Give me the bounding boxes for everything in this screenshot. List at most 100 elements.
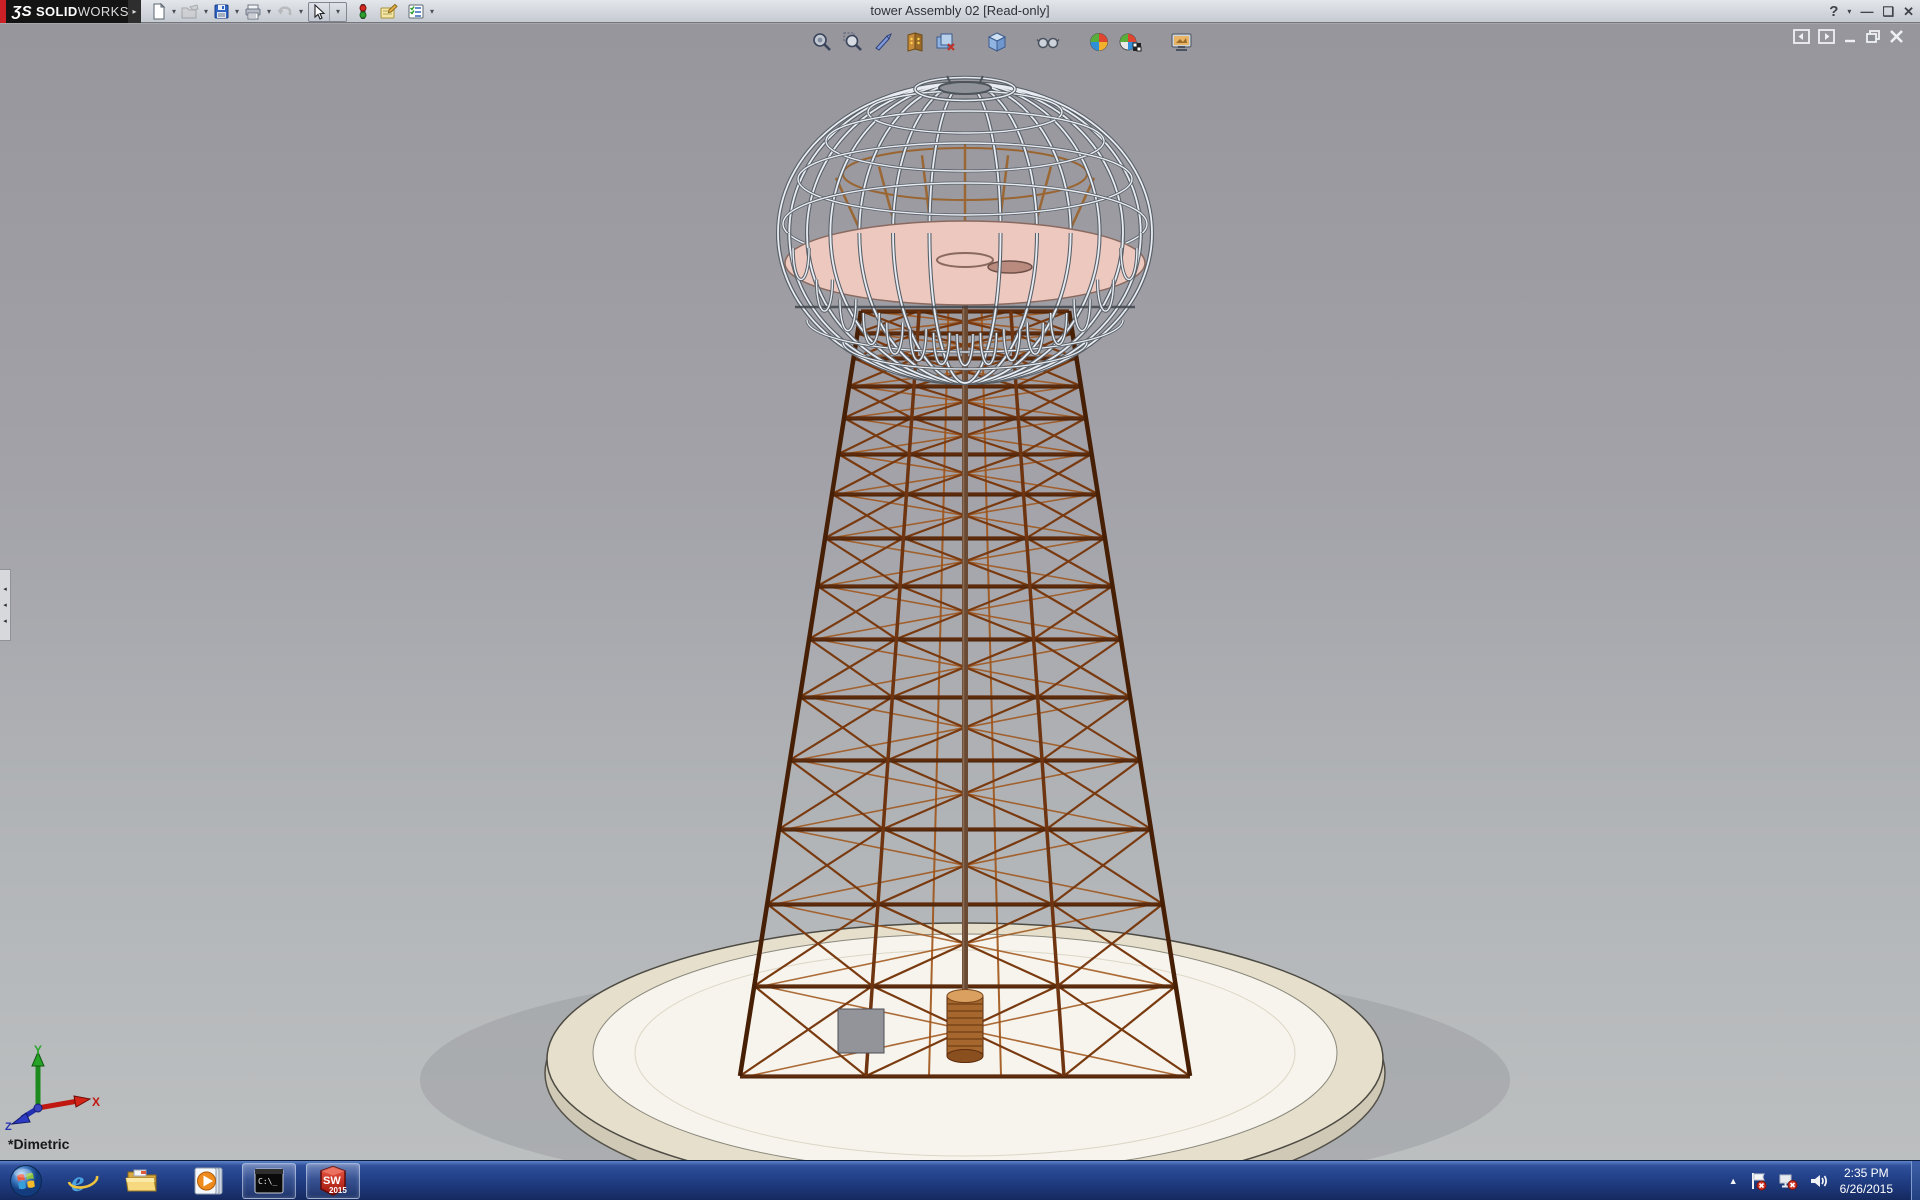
restore-button[interactable]: ❏ [1882, 5, 1894, 18]
tower-assembly-model [0, 24, 1920, 1160]
doc-minimize-button[interactable] [1843, 29, 1857, 44]
start-button[interactable] [6, 1163, 46, 1199]
standard-toolbar: ▾ ▾ ▾ [148, 0, 437, 23]
logo-glyph: ƷS [12, 3, 32, 20]
edit-appearance-button[interactable] [1087, 31, 1111, 53]
windows-explorer-button[interactable] [120, 1163, 164, 1199]
taskbar: e C [0, 1160, 1920, 1200]
dock-right-button[interactable] [1818, 29, 1835, 44]
command-prompt-button[interactable]: C:\_ [242, 1163, 296, 1199]
close-button[interactable]: ✕ [1903, 5, 1914, 18]
apply-scene-button[interactable] [1118, 31, 1142, 53]
hidden-icons-button[interactable]: ▲ [1729, 1176, 1738, 1186]
display-style-button[interactable] [934, 31, 958, 53]
title-bar: ƷSSOLIDWORKS ▸ ▾ ▾ [0, 0, 1920, 23]
minimize-button[interactable]: — [1860, 5, 1873, 18]
action-center-flag-icon[interactable] [1749, 1171, 1767, 1191]
volume-icon[interactable] [1809, 1171, 1829, 1191]
logo-text: ƷSSOLIDWORKS [12, 3, 129, 20]
select-dropdown[interactable]: ▾ [329, 3, 346, 21]
solidworks-2015-button[interactable]: SW 2015 [306, 1163, 360, 1199]
folder-icon [125, 1166, 159, 1196]
clock-time: 2:35 PM [1840, 1165, 1893, 1181]
triad-x-label: X [92, 1095, 100, 1109]
minimize-icon [1843, 29, 1857, 44]
reference-triad: Y X Z [4, 1042, 104, 1130]
restore-icon [1865, 29, 1881, 44]
open-icon [181, 3, 199, 20]
hide-show-items-button[interactable] [1036, 31, 1060, 53]
undo-dropdown[interactable]: ▾ [296, 7, 306, 16]
design-checker-dropdown[interactable]: ▾ [427, 7, 437, 16]
help-dropdown[interactable]: ▾ [1847, 8, 1851, 16]
section-view-button[interactable] [872, 31, 896, 53]
open-button[interactable] [179, 1, 201, 22]
dock-left-icon [1793, 29, 1810, 44]
media-player-button[interactable] [186, 1163, 230, 1199]
view-settings-button[interactable] [1169, 31, 1193, 53]
system-tray: ▲ 2:35 PM 6/26/2015 [1729, 1161, 1908, 1200]
media-player-icon [192, 1165, 224, 1197]
window-controls: ? ▾ — ❏ ✕ [1829, 0, 1914, 23]
save-icon [213, 3, 230, 20]
view-settings-icon [1170, 31, 1193, 53]
doc-close-button[interactable] [1889, 29, 1904, 44]
graphics-area[interactable]: ◂ ◂ ◂ Y X Z *Dimetric [0, 24, 1920, 1160]
view-orientation-button[interactable] [903, 31, 927, 53]
hide-show-items-icon [1036, 31, 1060, 53]
print-button[interactable] [242, 1, 264, 22]
heads-up-view-toolbar [810, 31, 1193, 53]
select-cursor-icon [312, 4, 326, 20]
taskbar-clock[interactable]: 2:35 PM 6/26/2015 [1840, 1165, 1893, 1197]
feature-manager-collapsed-tab[interactable]: ◂ ◂ ◂ [0, 569, 11, 641]
logo-red-stripe [0, 0, 6, 23]
solidworks-logo: ƷSSOLIDWORKS [0, 0, 128, 23]
print-dropdown[interactable]: ▾ [264, 7, 274, 16]
show-desktop-button[interactable] [1911, 1161, 1920, 1200]
svg-text:e: e [71, 1165, 84, 1197]
clock-date: 6/26/2015 [1840, 1181, 1893, 1197]
doc-restore-button[interactable] [1865, 29, 1881, 44]
desktop: ƷSSOLIDWORKS ▸ ▾ ▾ [0, 0, 1920, 1200]
zoom-to-fit-icon [811, 31, 833, 53]
zoom-to-area-button[interactable] [841, 31, 865, 53]
view-cube-icon [986, 31, 1008, 53]
solidworks-2015-icon: SW 2015 [316, 1165, 350, 1197]
network-error-icon[interactable] [1778, 1171, 1798, 1191]
apply-scene-icon [1118, 31, 1142, 53]
save-button[interactable] [211, 1, 232, 22]
new-document-icon [150, 3, 167, 20]
undo-button[interactable] [274, 1, 296, 22]
display-style-icon [935, 31, 957, 53]
open-dropdown[interactable]: ▾ [201, 7, 211, 16]
view-cube-button[interactable] [985, 31, 1009, 53]
svg-text:2015: 2015 [329, 1186, 347, 1195]
menu-expand-tab[interactable]: ▸ [128, 0, 141, 23]
start-orb-icon [9, 1164, 43, 1198]
internet-explorer-button[interactable]: e [62, 1163, 104, 1199]
new-dropdown[interactable]: ▾ [169, 7, 179, 16]
internet-explorer-icon: e [67, 1165, 99, 1197]
design-checker-button[interactable] [405, 1, 427, 22]
view-orientation-icon [904, 31, 926, 53]
zoom-to-area-icon [842, 31, 864, 53]
svg-text:C:\_: C:\_ [258, 1177, 277, 1186]
new-document-button[interactable] [148, 1, 169, 22]
save-dropdown[interactable]: ▾ [232, 7, 242, 16]
close-icon [1889, 29, 1904, 44]
select-button[interactable] [309, 3, 329, 21]
view-orientation-label: *Dimetric [8, 1136, 69, 1152]
color-swatch-button[interactable] [355, 1, 371, 22]
color-swatch-icon [357, 3, 369, 20]
triad-z-label: Z [5, 1121, 12, 1130]
comment-icon [379, 3, 398, 20]
window-title: tower Assembly 02 [Read-only] [870, 3, 1049, 18]
section-view-icon [873, 31, 895, 53]
dock-left-button[interactable] [1793, 29, 1810, 44]
zoom-to-fit-button[interactable] [810, 31, 834, 53]
document-window-controls [1793, 29, 1904, 44]
comment-button[interactable] [377, 1, 400, 22]
undo-icon [276, 3, 294, 20]
help-button[interactable]: ? [1829, 4, 1838, 19]
print-icon [244, 3, 262, 20]
